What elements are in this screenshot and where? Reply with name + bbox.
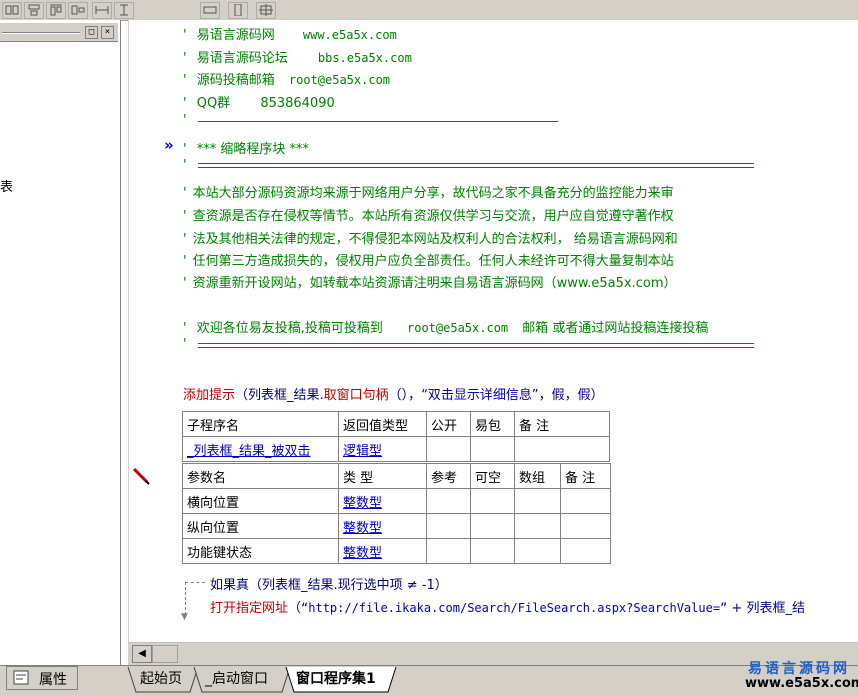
table-cell[interactable] <box>426 513 471 539</box>
panel-grip[interactable] <box>2 32 80 34</box>
left-panel <box>0 20 121 665</box>
same-size-vertical-icon[interactable] <box>228 2 248 19</box>
comment-line[interactable]: ' QQ群 853864090 <box>183 92 335 111</box>
same-height-icon[interactable] <box>114 2 134 19</box>
align-top-icon[interactable] <box>46 2 66 19</box>
left-panel-titlebar: □ × <box>0 23 118 42</box>
subroutine-name[interactable]: _列表框_结果_被双击 <box>182 436 339 462</box>
param-type[interactable]: 整数型 <box>338 488 427 514</box>
scroll-left-icon[interactable]: ◀ <box>132 645 152 663</box>
table-cell[interactable] <box>470 488 515 514</box>
param-name[interactable]: 纵向位置 <box>182 513 339 539</box>
comment-mark: ' <box>183 158 187 173</box>
table-header: 参考 <box>426 463 471 489</box>
notice-line[interactable]: ' 查资源是否存在侵权等情节。本站所有资源仅供学习与交流，用户应自觉遵守著作权 <box>183 205 674 224</box>
pencil-icon <box>132 467 150 489</box>
if-true-statement[interactable]: 如果真（列表框_结果.现行选中项 ≠ -1） <box>210 574 448 593</box>
table-header: 可空 <box>470 463 515 489</box>
watermark-url: www.e5a5x.com <box>745 676 858 691</box>
comment-mark: ' <box>183 337 187 352</box>
align-left-icon[interactable] <box>2 2 22 19</box>
scroll-thumb[interactable] <box>152 645 178 663</box>
toolbar <box>0 0 858 21</box>
same-width-icon[interactable] <box>92 2 112 19</box>
comment-double-rule <box>198 163 754 168</box>
table-cell[interactable] <box>470 513 515 539</box>
same-size-icon[interactable] <box>256 2 276 19</box>
table-row[interactable]: 功能键状态 整数型 <box>182 538 611 564</box>
flow-arrow-icon: ▼ <box>181 612 188 622</box>
table-cell[interactable] <box>560 488 611 514</box>
table-header: 参数名 <box>182 463 339 489</box>
editor-gutter <box>128 20 151 642</box>
welcome-line[interactable]: ' 欢迎各位易友投稿,投稿可投稿到 root@e5a5x.com 邮箱 或者通过… <box>183 317 708 336</box>
table-cell[interactable] <box>426 488 471 514</box>
table-header: 备 注 <box>560 463 611 489</box>
table-row[interactable]: 横向位置 整数型 <box>182 488 611 514</box>
table-header: 返回值类型 <box>338 411 427 437</box>
flow-line <box>185 582 205 583</box>
collapsed-block-title[interactable]: ' *** 缩略程序块 *** <box>183 138 309 157</box>
table-row[interactable]: 纵向位置 整数型 <box>182 513 611 539</box>
param-name[interactable]: 功能键状态 <box>182 538 339 564</box>
comment-line[interactable]: ' 易语言源码论坛 bbs.e5a5x.com <box>183 47 412 66</box>
parameter-table: 参数名 类 型 参考 可空 数组 备 注 横向位置 整数型 纵向位置 整数型 功… <box>182 463 611 564</box>
table-cell[interactable] <box>514 436 610 462</box>
tab-window-program-set[interactable]: 窗口程序集1 <box>296 668 376 688</box>
open-url-statement[interactable]: 打开指定网址（“http://file.ikaka.com/Search/Fil… <box>210 597 805 616</box>
table-cell[interactable] <box>560 513 611 539</box>
notice-line[interactable]: ' 资源重新开设网站，如转载本站资源请注明来自易语言源码网（www.e5a5x.c… <box>183 272 677 291</box>
subroutine-table: 子程序名 返回值类型 公开 易包 备 注 _列表框_结果_被双击 逻辑型 <box>182 411 610 462</box>
table-header: 类 型 <box>338 463 427 489</box>
close-icon[interactable]: × <box>101 26 114 39</box>
table-header: 备 注 <box>514 411 610 437</box>
table-cell[interactable] <box>514 538 561 564</box>
table-cell[interactable] <box>426 436 471 462</box>
restore-icon[interactable]: □ <box>85 26 98 39</box>
align-middle-icon[interactable] <box>68 2 88 19</box>
table-cell[interactable] <box>470 436 515 462</box>
param-name[interactable]: 横向位置 <box>182 488 339 514</box>
align-center-icon[interactable] <box>24 2 44 19</box>
table-header: 数组 <box>514 463 561 489</box>
table-cell[interactable] <box>426 538 471 564</box>
notice-line[interactable]: ' 法及其他相关法律的规定，不得侵犯本网站及权利人的合法权利， 给易语言源码网和 <box>183 228 678 247</box>
table-header: 子程序名 <box>182 411 339 437</box>
tab-startup-window[interactable]: _启动窗口 <box>205 668 268 688</box>
table-header: 易包 <box>470 411 515 437</box>
param-type[interactable]: 整数型 <box>338 513 427 539</box>
table-header: 公开 <box>426 411 471 437</box>
tab-start-page[interactable]: 起始页 <box>140 668 182 688</box>
comment-line[interactable]: ' 易语言源码网 www.e5a5x.com <box>183 24 397 43</box>
table-cell[interactable] <box>514 513 561 539</box>
properties-label: 属性 <box>39 672 67 688</box>
collapse-marker-icon[interactable]: » <box>164 136 174 154</box>
properties-button[interactable]: 属性 <box>6 666 78 690</box>
comment-rule <box>198 121 558 122</box>
param-type[interactable]: 整数型 <box>338 538 427 564</box>
properties-icon <box>13 670 29 689</box>
notice-line[interactable]: ' 本站大部分源码资源均来源于网络用户分享，故代码之家不具备充分的监控能力来审 <box>183 182 674 201</box>
left-panel-partial-text: 表 <box>0 180 14 195</box>
watermark-title: 易语言源码网 <box>748 661 850 677</box>
table-cell[interactable] <box>470 538 515 564</box>
comment-line[interactable]: ' 源码投稿邮箱 root@e5a5x.com <box>183 69 390 88</box>
same-size-horizontal-icon[interactable] <box>200 2 220 19</box>
comment-mark: ' <box>183 113 187 128</box>
table-cell[interactable] <box>560 538 611 564</box>
add-tooltip-statement[interactable]: 添加提示（列表框_结果.取窗口句柄（），“双击显示详细信息”，假，假） <box>183 384 604 403</box>
return-type[interactable]: 逻辑型 <box>338 436 427 462</box>
flow-line <box>185 582 186 615</box>
table-cell[interactable] <box>514 488 561 514</box>
notice-line[interactable]: ' 任何第三方造成损失的，侵权用户应负全部责任。任何人未经许可不得大量复制本站 <box>183 250 674 269</box>
comment-double-rule <box>198 343 754 348</box>
